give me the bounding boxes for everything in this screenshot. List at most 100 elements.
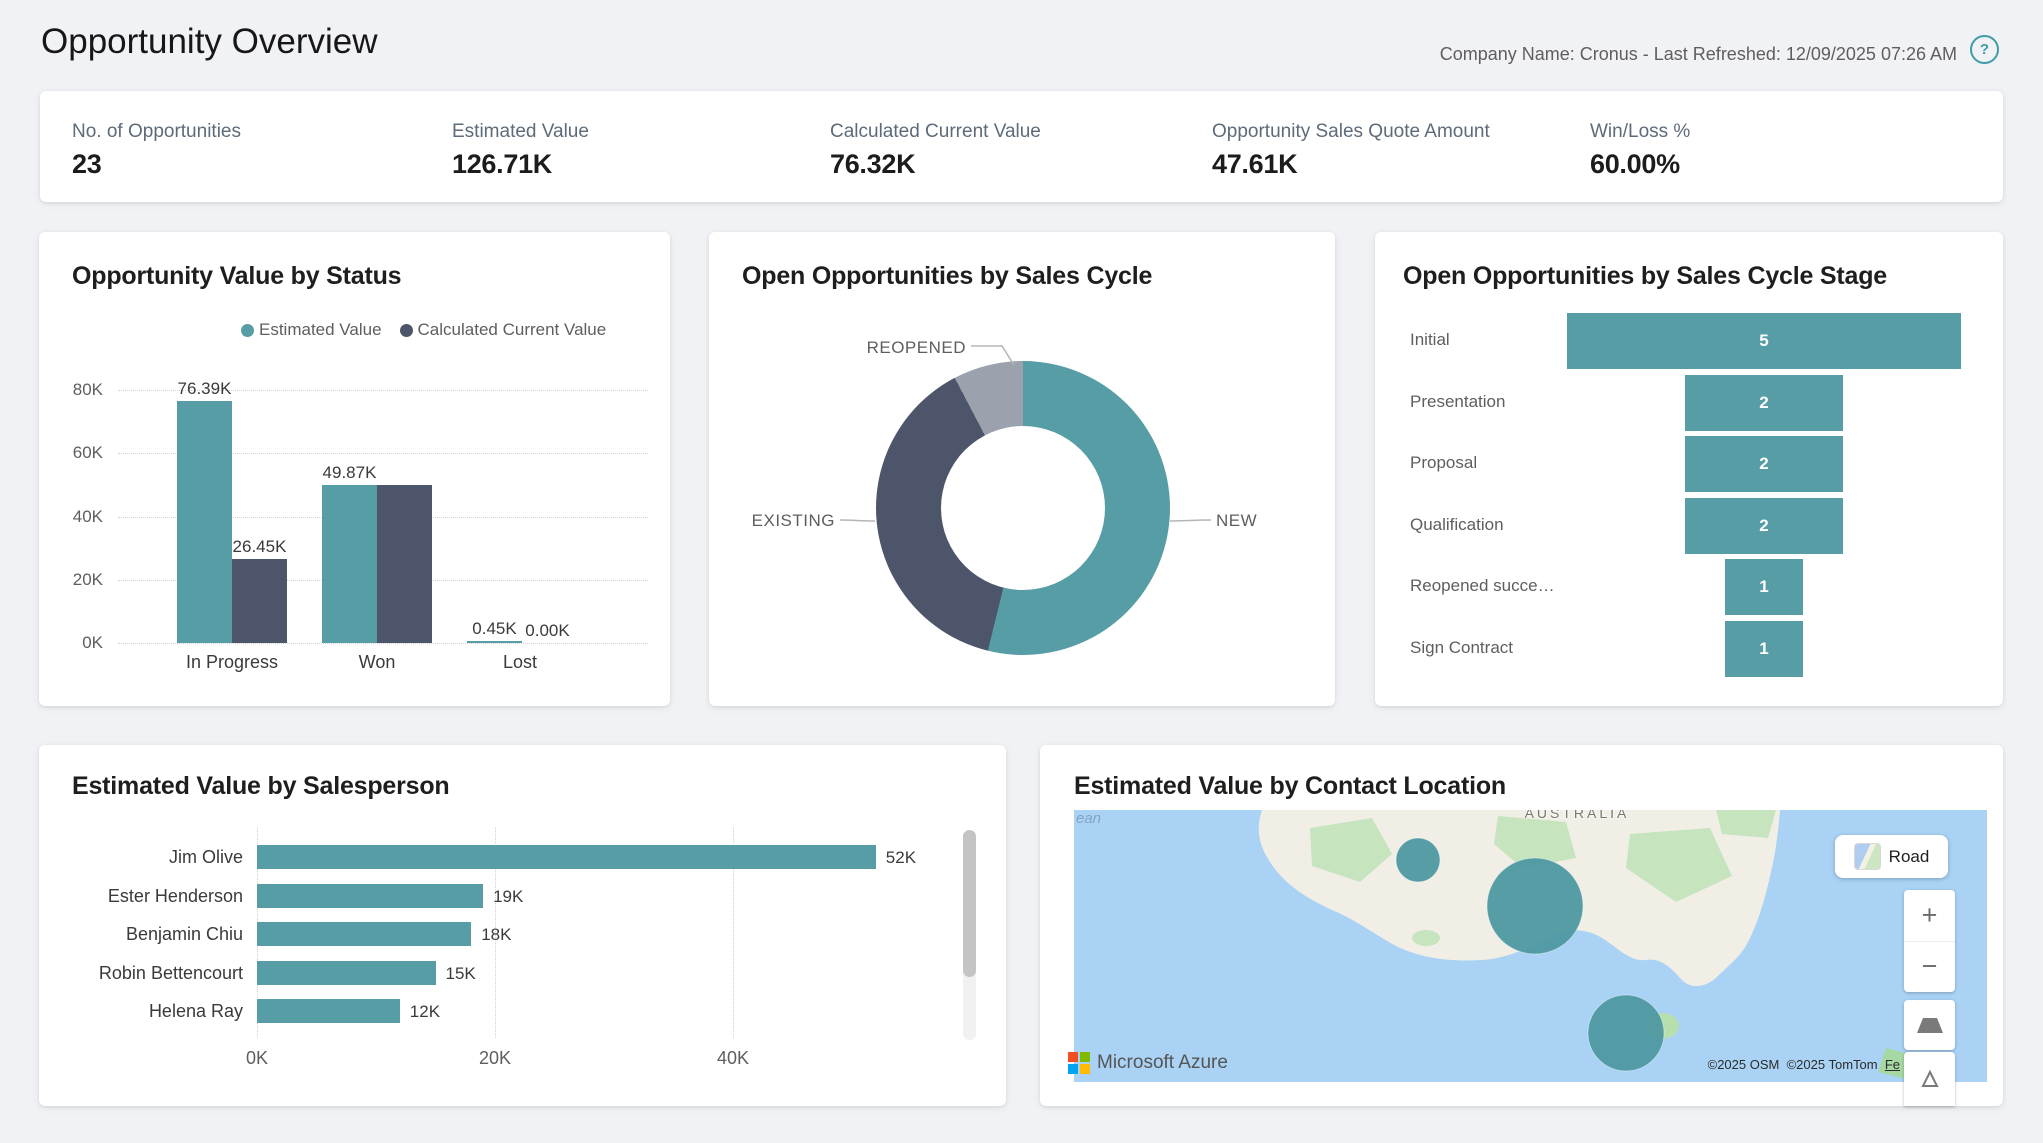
map-bubble[interactable]	[1396, 838, 1440, 882]
scrollbar-thumb[interactable]	[963, 830, 976, 977]
funnel-category-label: Qualification	[1410, 515, 1504, 535]
zoom-out-button[interactable]: −	[1904, 942, 1955, 993]
stage-chart-plot: Initial 5 Presentation 2 Proposal 2 Qualificat…	[1375, 232, 2003, 706]
funnel-bar[interactable]: 2	[1685, 498, 1843, 554]
funnel-bar[interactable]: 1	[1725, 559, 1804, 615]
funnel-bar[interactable]: 5	[1567, 313, 1961, 369]
funnel-bar[interactable]: 2	[1685, 375, 1843, 431]
funnel-category-label: Presentation	[1410, 392, 1505, 412]
salesperson-bar[interactable]	[257, 961, 436, 985]
salesperson-bar[interactable]	[257, 845, 876, 869]
salesperson-name: Robin Bettencourt	[47, 963, 243, 984]
funnel-category-label: Proposal	[1410, 453, 1477, 473]
kpi-label: Estimated Value	[452, 121, 589, 143]
sales-xtick: 40K	[693, 1048, 773, 1069]
salesperson-value-label: 19K	[493, 887, 523, 907]
status-category-label: Lost	[450, 652, 590, 673]
attribution-tomtom: ©2025 TomTom	[1787, 1057, 1878, 1072]
bar-estimated[interactable]	[322, 485, 377, 643]
microsoft-logo-icon	[1068, 1052, 1090, 1074]
map-label-ocean: ean	[1076, 810, 1101, 827]
salesperson-value-label: 52K	[886, 848, 916, 868]
funnel-category-label: Sign Contract	[1410, 638, 1513, 658]
attribution-osm: ©2025 OSM	[1708, 1057, 1780, 1072]
status-ytick: 60K	[51, 443, 103, 463]
kpi-item: Estimated Value 126.71K	[452, 91, 589, 180]
dashboard: Opportunity Overview Company Name: Cronu…	[0, 0, 2043, 1143]
kpi-label: Calculated Current Value	[830, 121, 1041, 143]
map-card: Estimated Value by Contact Location AUST…	[1040, 745, 2003, 1106]
kpi-value: 60.00%	[1590, 149, 1690, 180]
salesperson-name: Ester Henderson	[47, 886, 243, 907]
bar-value-label: 49.87K	[317, 463, 383, 483]
map-label-australia: AUSTRALIA	[1492, 810, 1662, 821]
salesperson-bar[interactable]	[257, 884, 483, 908]
page-title: Opportunity Overview	[41, 22, 378, 62]
bar-value-label: 26.45K	[227, 537, 293, 557]
map-zoom-controls: + −	[1904, 890, 1955, 992]
salesperson-name: Jim Olive	[47, 847, 243, 868]
map-bubble[interactable]	[1588, 995, 1664, 1071]
map-style-label: Road	[1889, 847, 1930, 867]
zoom-in-button[interactable]: +	[1904, 890, 1955, 942]
map-bubble[interactable]	[1487, 858, 1583, 954]
kpi-value: 126.71K	[452, 149, 589, 180]
funnel-bar[interactable]: 1	[1725, 621, 1804, 677]
status-category-label: In Progress	[162, 652, 302, 673]
kpi-item: Win/Loss %60.00%	[1590, 91, 1690, 180]
funnel-bar[interactable]: 2	[1685, 436, 1843, 492]
donut-label-reopened: REOPENED	[809, 338, 966, 358]
sales-xtick: 0K	[217, 1048, 297, 1069]
donut-label-existing: EXISTING	[750, 511, 835, 531]
pitch-icon	[1917, 1018, 1943, 1033]
kpi-item: Opportunity Sales Quote Amount 47.61K	[1212, 91, 1490, 180]
kpi-label: Opportunity Sales Quote Amount	[1212, 121, 1490, 143]
status-ytick: 80K	[51, 380, 103, 400]
status-chart-plot: 80K 60K 40K 20K 0K 76.39K 26.45K In Progress 49.…	[39, 232, 670, 706]
status-category-label: Won	[307, 652, 447, 673]
bar-value-label: 0.00K	[515, 621, 581, 641]
salesperson-name: Helena Ray	[47, 1001, 243, 1022]
bar-calculated[interactable]	[377, 485, 432, 643]
bar-estimated[interactable]	[177, 401, 232, 643]
kpi-value: 76.32K	[830, 149, 1041, 180]
bar-calculated[interactable]	[232, 559, 287, 643]
map-pitch-button[interactable]	[1904, 1000, 1955, 1050]
salesperson-chart-plot: 0K 20K 40K Jim Olive 52K Ester Henderson 19K Be…	[39, 745, 1006, 1106]
kpi-label: No. of Opportunities	[72, 121, 241, 143]
donut-leader-lines	[709, 232, 1335, 706]
map-attribution: ©2025 OSM ©2025 TomTom Fe	[1708, 1057, 1900, 1072]
company-refresh-info: Company Name: Cronus - Last Refreshed: 1…	[1440, 44, 1957, 65]
map-style-thumbnail-icon	[1854, 843, 1881, 870]
cycle-chart-card: Open Opportunities by Sales Cycle REOPEN…	[709, 232, 1335, 706]
bar-estimated[interactable]	[467, 641, 522, 643]
salesperson-bar[interactable]	[257, 999, 400, 1023]
salesperson-value-label: 12K	[410, 1002, 440, 1022]
status-chart-card: Opportunity Value by Status Estimated Va…	[39, 232, 670, 706]
map-compass-button[interactable]	[1904, 1052, 1955, 1106]
kpi-value: 47.61K	[1212, 149, 1490, 180]
salesperson-name: Benjamin Chiu	[47, 924, 243, 945]
funnel-category-label: Initial	[1410, 330, 1450, 350]
kpi-items: No. of Opportunities 23 Estimated Value 126…	[40, 91, 2003, 202]
kpi-item: Calculated Current Value 76.32K	[830, 91, 1041, 180]
kpi-card: No. of Opportunities 23 Estimated Value 126…	[40, 91, 2003, 202]
kpi-value: 23	[72, 149, 241, 180]
map-style-button[interactable]: Road	[1835, 835, 1948, 878]
status-ytick: 40K	[51, 507, 103, 527]
compass-icon	[1918, 1068, 1942, 1090]
status-ytick: 20K	[51, 570, 103, 590]
stage-chart-card: Open Opportunities by Sales Cycle Stage …	[1375, 232, 2003, 706]
help-icon[interactable]: ?	[1970, 35, 1999, 64]
kpi-item: No. of Opportunities 23	[72, 91, 241, 180]
donut-label-new: NEW	[1216, 511, 1257, 531]
status-ytick: 0K	[51, 633, 103, 653]
azure-logo: Microsoft Azure	[1068, 1052, 1228, 1074]
attribution-feedback-link[interactable]: Fe	[1885, 1057, 1900, 1072]
funnel-category-label: Reopened succe…	[1410, 576, 1555, 596]
salesperson-bar[interactable]	[257, 922, 471, 946]
status-gridline	[118, 643, 648, 644]
bar-value-label: 76.39K	[172, 379, 238, 399]
sales-xtick: 20K	[455, 1048, 535, 1069]
salesperson-value-label: 18K	[481, 925, 511, 945]
